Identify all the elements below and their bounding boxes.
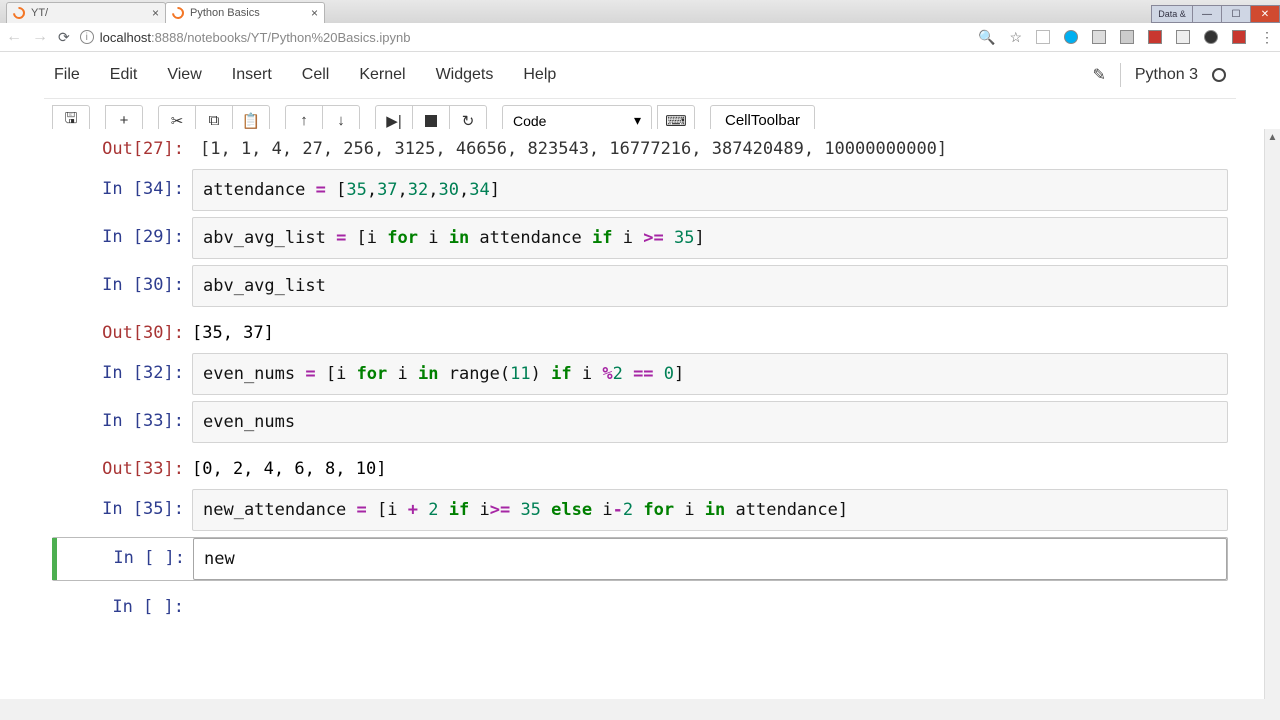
chrome-menu-icon[interactable]: ⋮ xyxy=(1260,29,1274,46)
tab-close-icon[interactable]: × xyxy=(152,6,159,20)
stop-icon xyxy=(425,115,437,127)
reload-icon[interactable]: ⟳ xyxy=(58,29,70,46)
code-cell[interactable]: new_attendance = [i + 2 if i>= 35 else i… xyxy=(192,489,1228,531)
zoom-icon[interactable]: 🔍 xyxy=(978,29,995,46)
menu-cell[interactable]: Cell xyxy=(302,66,330,84)
window-data-button[interactable]: Data & xyxy=(1151,5,1193,23)
chevron-down-icon: ▾ xyxy=(634,112,641,129)
nav-forward-icon[interactable]: → xyxy=(32,28,48,46)
tab-title: Python Basics xyxy=(190,7,260,19)
bookmark-star-icon[interactable]: ☆ xyxy=(1009,29,1022,46)
browser-address-bar: ← → ⟳ i localhost:8888/notebooks/YT/Pyth… xyxy=(0,23,1280,52)
extension-icon[interactable] xyxy=(1120,30,1134,44)
output-text: [0, 2, 4, 6, 8, 10] xyxy=(192,449,1228,483)
output-text: [1, 1, 4, 27, 256, 3125, 46656, 823543, … xyxy=(192,129,1228,163)
code-cell-active[interactable]: new xyxy=(193,538,1227,580)
kernel-name[interactable]: Python 3 xyxy=(1135,66,1198,84)
extension-icon[interactable] xyxy=(1148,30,1162,44)
notebook-cells: Out[27]: [1, 1, 4, 27, 256, 3125, 46656,… xyxy=(44,129,1236,621)
browser-tab-0[interactable]: YT/ × xyxy=(6,2,166,23)
code-cell[interactable]: even_nums = [i for i in range(11) if i %… xyxy=(192,353,1228,395)
scroll-up-icon[interactable]: ▲ xyxy=(1265,129,1280,145)
extension-icon[interactable] xyxy=(1176,30,1190,44)
code-cell[interactable]: even_nums xyxy=(192,401,1228,443)
browser-tab-1[interactable]: Python Basics × xyxy=(165,2,325,23)
extension-icon[interactable] xyxy=(1036,30,1050,44)
menu-view[interactable]: View xyxy=(167,66,201,84)
input-prompt: In [35]: xyxy=(52,489,192,531)
output-prompt: Out[27]: xyxy=(52,129,192,163)
input-prompt: In [30]: xyxy=(52,265,192,307)
tab-close-icon[interactable]: × xyxy=(311,6,318,20)
url-text: localhost:8888/notebooks/YT/Python%20Bas… xyxy=(100,30,411,45)
input-prompt: In [32]: xyxy=(52,353,192,395)
skype-extension-icon[interactable] xyxy=(1064,30,1078,44)
output-text: [35, 37] xyxy=(192,313,1228,347)
url-field[interactable]: i localhost:8888/notebooks/YT/Python%20B… xyxy=(80,30,968,45)
divider xyxy=(1120,63,1121,87)
menu-edit[interactable]: Edit xyxy=(110,66,138,84)
vertical-scrollbar[interactable]: ▲ xyxy=(1264,129,1280,699)
input-prompt: In [ ]: xyxy=(53,538,193,580)
menu-help[interactable]: Help xyxy=(523,66,556,84)
output-prompt: Out[30]: xyxy=(52,313,192,347)
nav-back-icon[interactable]: ← xyxy=(6,28,22,46)
extension-icon[interactable] xyxy=(1204,30,1218,44)
window-maximize-button[interactable]: ☐ xyxy=(1221,5,1251,23)
kernel-indicator: ✎ Python 3 xyxy=(1092,63,1226,87)
input-prompt: In [ ]: xyxy=(52,597,192,621)
menu-insert[interactable]: Insert xyxy=(232,66,272,84)
menu-kernel[interactable]: Kernel xyxy=(359,66,405,84)
browser-titlebar: YT/ × Python Basics × Data & — ☐ ✕ xyxy=(0,0,1280,23)
tab-title: YT/ xyxy=(31,7,48,19)
output-prompt: Out[33]: xyxy=(52,449,192,483)
input-prompt: In [34]: xyxy=(52,169,192,211)
window-controls: Data & — ☐ ✕ xyxy=(1152,5,1280,23)
notebook-menubar: File Edit View Insert Cell Kernel Widget… xyxy=(44,52,1236,99)
jupyter-favicon xyxy=(11,5,28,22)
kernel-idle-icon xyxy=(1212,68,1226,82)
menu-widgets[interactable]: Widgets xyxy=(436,66,494,84)
edit-mode-icon[interactable]: ✎ xyxy=(1092,65,1105,85)
browser-tabbar: YT/ × Python Basics × xyxy=(0,0,324,23)
jupyter-favicon xyxy=(170,5,187,22)
site-info-icon[interactable]: i xyxy=(80,30,94,44)
code-cell[interactable]: abv_avg_list xyxy=(192,265,1228,307)
menu-file[interactable]: File xyxy=(54,66,80,84)
code-cell[interactable]: abv_avg_list = [i for i in attendance if… xyxy=(192,217,1228,259)
input-prompt: In [33]: xyxy=(52,401,192,443)
extension-icon[interactable] xyxy=(1092,30,1106,44)
input-prompt: In [29]: xyxy=(52,217,192,259)
address-bar-icons: 🔍 ☆ ⋮ xyxy=(978,29,1274,46)
window-minimize-button[interactable]: — xyxy=(1192,5,1222,23)
extension-icon[interactable] xyxy=(1232,30,1246,44)
cell-type-value: Code xyxy=(513,113,546,129)
code-cell[interactable]: attendance = [35,37,32,30,34] xyxy=(192,169,1228,211)
window-close-button[interactable]: ✕ xyxy=(1250,5,1280,23)
